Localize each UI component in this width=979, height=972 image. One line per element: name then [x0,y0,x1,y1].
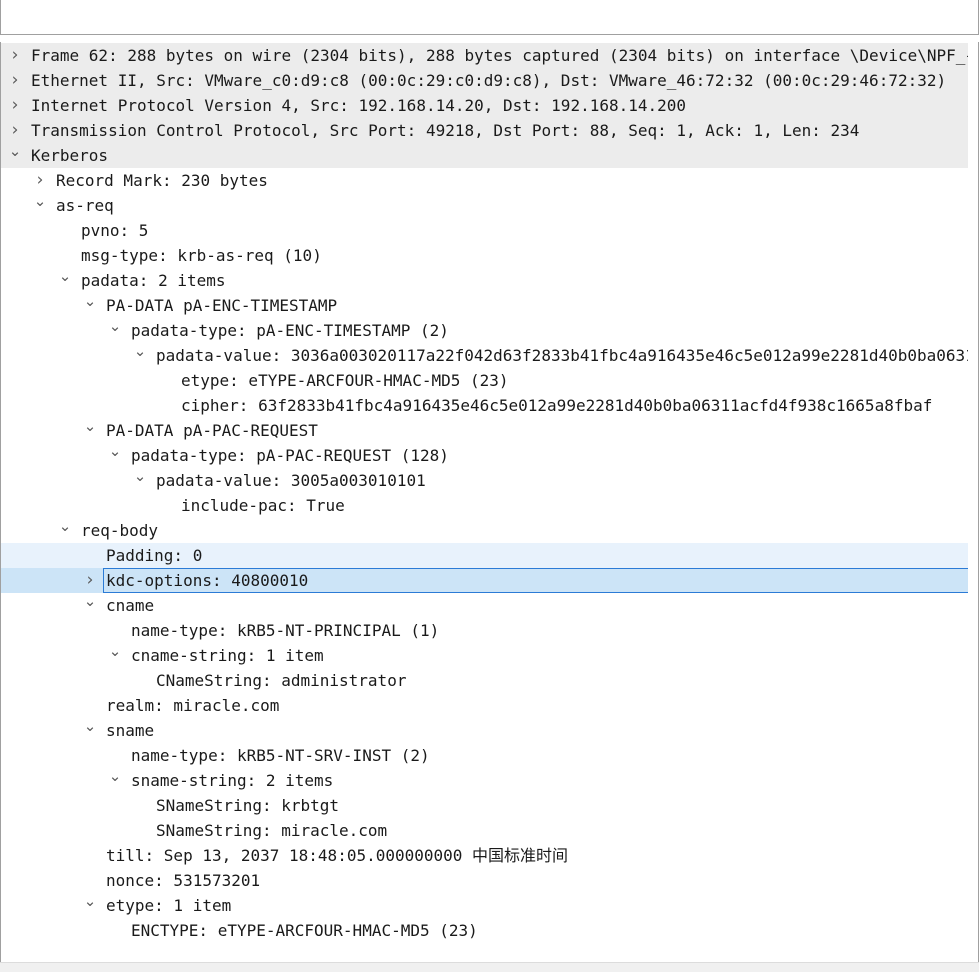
tree-row[interactable]: ⌄ req-body [1,518,969,543]
tree-row-label: Frame 62: 288 bytes on wire (2304 bits),… [31,46,969,65]
tree-row[interactable]: include-pac: True [1,493,969,518]
tree-row[interactable]: › Ethernet II, Src: VMware_c0:d9:c8 (00:0… [1,68,969,93]
chevron-right-icon[interactable]: › [8,118,22,143]
tree-row-label: etype: eTYPE-ARCFOUR-HMAC-MD5 (23) [181,371,509,390]
tree-row[interactable]: realm: miracle.com [1,693,969,718]
chevron-down-icon[interactable]: ⌄ [83,418,97,443]
tree-row-label: sname-string: 2 items [131,771,334,790]
tree-row-label: padata: 2 items [81,271,226,290]
tree-row-label: SNameString: krbtgt [156,796,340,815]
tree-row[interactable]: ⌄ padata-value: 3036a003020117a22f042d63f… [1,343,969,368]
tree-row[interactable]: till: Sep 13, 2037 18:48:05.000000000 中国… [1,843,969,868]
tree-row-label: till: Sep 13, 2037 18:48:05.000000000 中国… [106,846,569,865]
tree-row[interactable]: name-type: kRB5-NT-PRINCIPAL (1) [1,618,969,643]
tree-row-label: req-body [81,521,159,540]
chevron-down-icon[interactable]: ⌄ [33,193,47,218]
tree-row-label: Internet Protocol Version 4, Src: 192.16… [31,96,687,115]
tree-row[interactable]: › kdc-options: 40800010 [1,568,969,593]
tree-row-label: Transmission Control Protocol, Src Port:… [31,121,860,140]
chevron-down-icon[interactable]: ⌄ [58,518,72,543]
chevron-right-icon[interactable]: › [8,68,22,93]
tree-row[interactable]: etype: eTYPE-ARCFOUR-HMAC-MD5 (23) [1,368,969,393]
chevron-right-icon[interactable]: › [83,568,97,593]
tree-row-label: PA-DATA pA-ENC-TIMESTAMP [106,296,338,315]
tree-row-label: Kerberos [31,146,109,165]
tree-row-label: padata-type: pA-ENC-TIMESTAMP (2) [131,321,449,340]
chevron-down-icon[interactable]: ⌄ [83,293,97,318]
chevron-down-icon[interactable]: ⌄ [58,268,72,293]
tree-row[interactable]: msg-type: krb-as-req (10) [1,243,969,268]
chevron-down-icon[interactable]: ⌄ [83,593,97,618]
tree-row-label: realm: miracle.com [106,696,280,715]
tree-row[interactable]: ⌄ cname [1,593,969,618]
chevron-down-icon[interactable]: ⌄ [83,718,97,743]
tree-row[interactable]: ⌄ sname-string: 2 items [1,768,969,793]
tree-row[interactable]: › Record Mark: 230 bytes [1,168,969,193]
chevron-down-icon[interactable]: ⌄ [8,143,22,168]
chevron-right-icon[interactable]: › [8,93,22,118]
tree-row-label: nonce: 531573201 [106,871,261,890]
tree-row-label: padata-value: 3005a003010101 [156,471,426,490]
tree-row-label: padata-value: 3036a003020117a22f042d63f2… [156,346,969,365]
tree-row[interactable]: name-type: kRB5-NT-SRV-INST (2) [1,743,969,768]
tree-row[interactable]: CNameString: administrator [1,668,969,693]
tree-row[interactable]: ⌄ padata: 2 items [1,268,969,293]
tree-row[interactable]: ⌄ padata-value: 3005a003010101 [1,468,969,493]
tree-row[interactable]: ⌄ cname-string: 1 item [1,643,969,668]
packet-details-tree[interactable]: › Frame 62: 288 bytes on wire (2304 bits)… [0,42,979,971]
tree-row[interactable]: ⌄ padata-type: pA-ENC-TIMESTAMP (2) [1,318,969,343]
chevron-right-icon[interactable]: › [33,168,47,193]
tree-row-label: cipher: 63f2833b41fbc4a916435e46c5e012a9… [181,396,933,415]
vertical-scroll-track[interactable] [968,43,977,968]
tree-row[interactable]: › Internet Protocol Version 4, Src: 192.1… [1,93,969,118]
chevron-down-icon[interactable]: ⌄ [108,318,122,343]
tree-row[interactable]: nonce: 531573201 [1,868,969,893]
tree-row-label: msg-type: krb-as-req (10) [81,246,322,265]
tree-row-label: name-type: kRB5-NT-SRV-INST (2) [131,746,430,765]
tree-row-label: ENCTYPE: eTYPE-ARCFOUR-HMAC-MD5 (23) [131,921,478,940]
tree-row-label: CNameString: administrator [156,671,407,690]
tree-row[interactable]: › Transmission Control Protocol, Src Port… [1,118,969,143]
tree-row[interactable]: ⌄ Kerberos [1,143,969,168]
chevron-right-icon[interactable]: › [8,43,22,68]
tree-row[interactable]: ⌄ sname [1,718,969,743]
tree-row-label: cname [106,596,155,615]
tree-row-label: SNameString: miracle.com [156,821,388,840]
tree-row-label: Ethernet II, Src: VMware_c0:d9:c8 (00:0c… [31,71,947,90]
tree-row[interactable]: ⌄ PA-DATA pA-ENC-TIMESTAMP [1,293,969,318]
tree-row-label: kdc-options: 40800010 [106,571,309,590]
tree-row[interactable]: ENCTYPE: eTYPE-ARCFOUR-HMAC-MD5 (23) [1,918,969,943]
tree-row-label: etype: 1 item [106,896,232,915]
tree-row[interactable]: ⌄ etype: 1 item [1,893,969,918]
tree-row[interactable]: › Frame 62: 288 bytes on wire (2304 bits)… [1,43,969,68]
tree-row[interactable]: ⌄ as-req [1,193,969,218]
tree-row-label: cname-string: 1 item [131,646,324,665]
chevron-down-icon[interactable]: ⌄ [133,343,147,368]
tree-row[interactable]: ⌄ padata-type: pA-PAC-REQUEST (128) [1,443,969,468]
tree-row[interactable]: Padding: 0 [1,543,969,568]
chevron-down-icon[interactable]: ⌄ [108,443,122,468]
tree-row-label: PA-DATA pA-PAC-REQUEST [106,421,318,440]
tree-row-label: include-pac: True [181,496,345,515]
tree-row-label: pvno: 5 [81,221,149,240]
tree-row[interactable]: ⌄ PA-DATA pA-PAC-REQUEST [1,418,969,443]
tree-row[interactable]: SNameString: miracle.com [1,818,969,843]
chevron-down-icon[interactable]: ⌄ [108,643,122,668]
tree-row-label: name-type: kRB5-NT-PRINCIPAL (1) [131,621,440,640]
tree-row-label: sname [106,721,155,740]
packet-list-pane[interactable] [0,0,979,35]
chevron-down-icon[interactable]: ⌄ [133,468,147,493]
tree-row[interactable]: SNameString: krbtgt [1,793,969,818]
tree-row-label: as-req [56,196,114,215]
tree-row-label: Record Mark: 230 bytes [56,171,268,190]
tree-row-label: Padding: 0 [106,546,203,565]
chevron-down-icon[interactable]: ⌄ [83,893,97,918]
chevron-down-icon[interactable]: ⌄ [108,768,122,793]
tree-row[interactable]: pvno: 5 [1,218,969,243]
tree-row-label: padata-type: pA-PAC-REQUEST (128) [131,446,449,465]
tree-row[interactable]: cipher: 63f2833b41fbc4a916435e46c5e012a9… [1,393,969,418]
